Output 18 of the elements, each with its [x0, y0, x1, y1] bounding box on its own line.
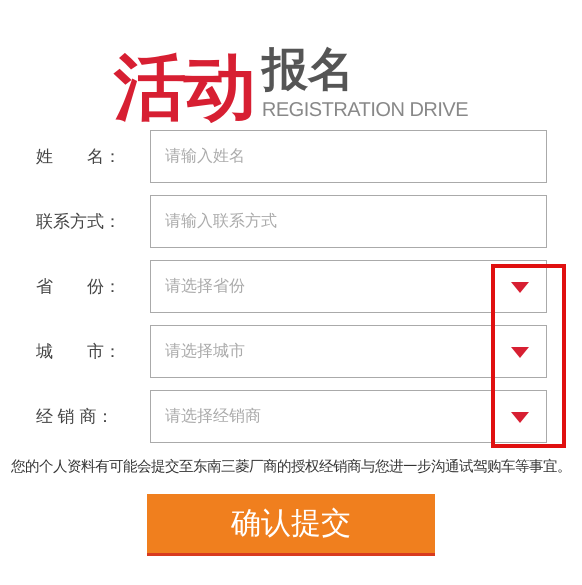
caret-down-icon [511, 347, 529, 358]
heading-title: 活动 [114, 52, 254, 124]
submit-button[interactable]: 确认提交 [147, 494, 435, 556]
dropdown-field[interactable]: 请选择省份 [150, 260, 547, 313]
caret-down-icon [511, 412, 529, 423]
dropdown-field[interactable]: 请选择经销商 [150, 390, 547, 443]
field-label: 城 市： [36, 340, 122, 363]
field-label: 省 份： [36, 276, 122, 298]
heading-english: REGISTRATION DRIVE [262, 100, 468, 120]
heading-subtitle: 报名 [262, 46, 355, 92]
field-label: 姓 名： [36, 146, 122, 168]
caret-down-icon [511, 282, 529, 293]
text-field[interactable]: 请输入姓名 [150, 130, 547, 183]
text-field[interactable]: 请输入联系方式 [150, 195, 547, 248]
field-label: 经 销 商： [36, 406, 114, 428]
field-label: 联系方式： [36, 210, 122, 233]
dropdown-field[interactable]: 请选择城市 [150, 325, 547, 378]
notice-text: 您的个人资料有可能会提交至东南三菱厂商的授权经销商与您进一步沟通试驾购车等事宜。 [10, 458, 572, 477]
